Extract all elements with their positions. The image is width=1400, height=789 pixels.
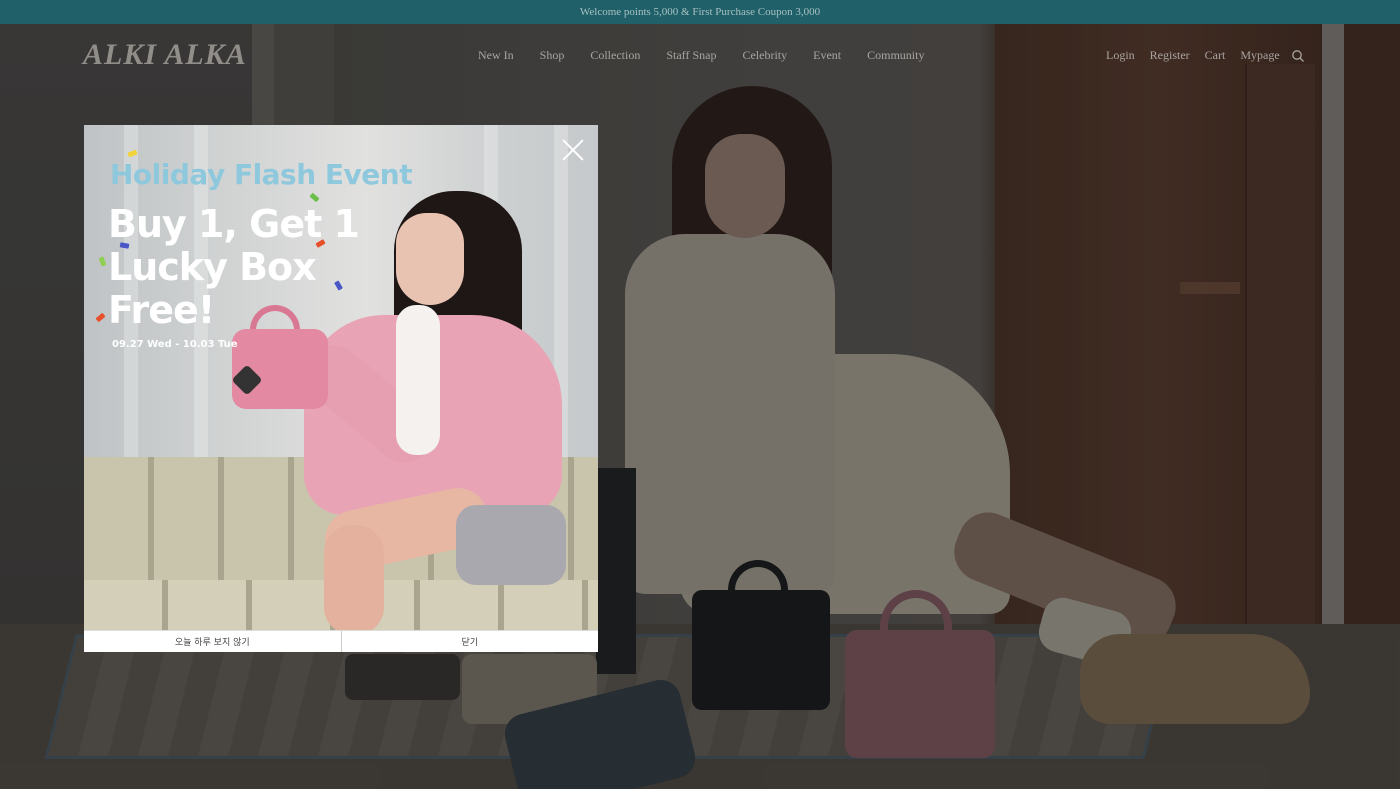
site-logo[interactable]: ALKI ALKA — [83, 38, 247, 72]
close-icon[interactable] — [562, 139, 584, 161]
nav-item-event[interactable]: Event — [813, 48, 841, 63]
event-banner-image[interactable]: Holiday Flash Event Buy 1, Get 1 Lucky B… — [84, 125, 598, 630]
headline-line-2: Lucky Box — [108, 245, 317, 289]
nav-item-celebrity[interactable]: Celebrity — [742, 48, 787, 63]
nav-item-shop[interactable]: Shop — [540, 48, 565, 63]
register-link[interactable]: Register — [1150, 48, 1190, 63]
nav-item-collection[interactable]: Collection — [590, 48, 640, 63]
promo-text: Welcome points 5,000 & First Purchase Co… — [579, 6, 821, 18]
mypage-link[interactable]: Mypage — [1240, 48, 1279, 63]
popup-footer: 오늘 하루 보지 않기 닫기 — [84, 630, 598, 652]
main-nav: New In Shop Collection Staff Snap Celebr… — [478, 48, 950, 63]
cart-link[interactable]: Cart — [1205, 48, 1226, 63]
search-icon[interactable] — [1291, 49, 1305, 63]
event-popup: Holiday Flash Event Buy 1, Get 1 Lucky B… — [84, 125, 598, 652]
close-popup-button[interactable]: 닫기 — [340, 631, 598, 652]
hide-today-button[interactable]: 오늘 하루 보지 않기 — [84, 631, 341, 652]
nav-item-community[interactable]: Community — [867, 48, 924, 63]
headline-line-1: Buy 1, Get 1 — [108, 202, 360, 246]
promo-bar: Welcome points 5,000 & First Purchase Co… — [0, 0, 1400, 24]
utility-nav: Login Register Cart Mypage — [1106, 48, 1295, 63]
event-dates: 09.27 Wed - 10.03 Tue — [112, 339, 238, 350]
headline-line-3: Free! — [108, 288, 215, 332]
nav-item-new-in[interactable]: New In — [478, 48, 514, 63]
event-title: Holiday Flash Event — [110, 158, 413, 191]
event-headline: Buy 1, Get 1 Lucky Box Free! — [108, 202, 360, 332]
nav-item-staff-snap[interactable]: Staff Snap — [666, 48, 716, 63]
login-link[interactable]: Login — [1106, 48, 1135, 63]
